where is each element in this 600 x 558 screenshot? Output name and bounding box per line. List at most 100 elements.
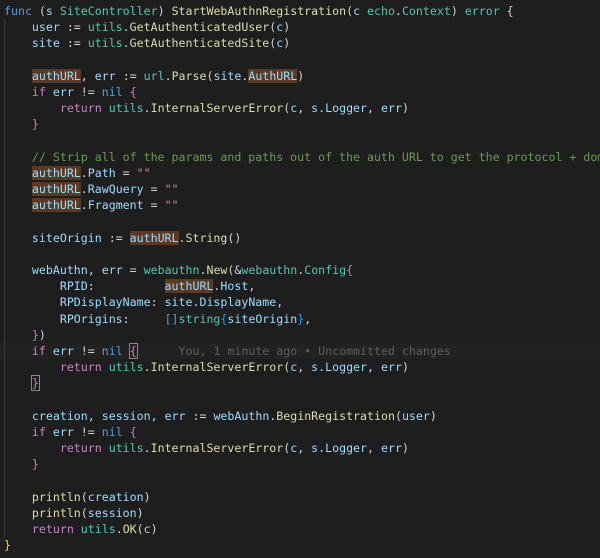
code-line[interactable] (0, 391, 600, 408)
code-line[interactable]: }) (0, 326, 600, 343)
code-line[interactable]: println(creation) (0, 488, 600, 505)
code-token: Config (304, 263, 347, 277)
code-token: authURL (31, 182, 81, 197)
code-token: InternalServerError (150, 441, 284, 456)
code-token: err (381, 360, 402, 375)
code-line[interactable]: siteOrigin := authURL.String() (0, 229, 600, 246)
indent-guide (4, 197, 5, 214)
code-token: user (31, 20, 60, 35)
code-line[interactable]: if err != nil { (0, 423, 600, 441)
indent-guide (4, 132, 5, 149)
code-token: "" (136, 165, 151, 180)
code-token: GetAuthenticatedSite (129, 36, 270, 51)
indent-guide (4, 100, 5, 117)
code-line[interactable]: return utils.InternalServerError(c, s.Lo… (0, 359, 600, 376)
code-token: InternalServerError (150, 360, 284, 375)
code-line[interactable]: if err != nil { (0, 83, 600, 101)
indent-guide (4, 67, 5, 84)
code-line[interactable]: func (s SiteController) StartWebAuthnReg… (0, 3, 600, 19)
indent-guide (4, 504, 5, 521)
code-token: siteOrigin (227, 311, 298, 326)
code-token: webauthn (143, 263, 200, 277)
indent-guide (4, 262, 5, 279)
code-line[interactable] (0, 132, 600, 149)
code-token: err (381, 441, 402, 456)
code-line[interactable]: // Strip all of the params and paths out… (0, 148, 600, 165)
code-token: println (31, 505, 81, 520)
code-line[interactable] (0, 51, 600, 68)
code-token: , (367, 441, 381, 456)
code-line[interactable]: if err != nil { You, 1 minute ago • Unco… (0, 342, 600, 360)
code-line[interactable] (0, 472, 600, 489)
code-token: , (297, 101, 312, 116)
code-token: ( (136, 522, 144, 536)
code-line[interactable]: } (0, 537, 600, 553)
code-token: creation (31, 408, 88, 423)
code-line[interactable]: } (0, 116, 600, 133)
code-line[interactable]: authURL.Path = "" (0, 164, 600, 182)
code-line[interactable]: } (0, 456, 600, 473)
code-token: , (297, 441, 312, 456)
code-line[interactable]: authURL.RawQuery = "" (0, 181, 600, 198)
code-token: authURL (31, 165, 81, 180)
code-token: DisplayName (199, 295, 277, 310)
indent-guide (4, 116, 5, 133)
code-token: creation (87, 489, 144, 504)
code-editor[interactable]: func (s SiteController) StartWebAuthnReg… (0, 0, 600, 558)
code-line[interactable]: authURL, err := url.Parse(site.AuthURL) (0, 67, 600, 84)
code-token: } (31, 117, 39, 132)
code-line[interactable]: return utils.OK(c) (0, 521, 600, 538)
code-line[interactable]: webAuthn, err = webauthn.New(&webauthn.C… (0, 262, 600, 279)
code-token: := (59, 36, 88, 51)
indent-guide (4, 423, 5, 441)
code-line[interactable]: } (0, 375, 600, 392)
code-token: RawQuery (87, 182, 144, 197)
code-line[interactable]: authURL.Fragment = "" (0, 197, 600, 214)
git-blame-annotation: You, 1 minute ago • Uncommitted changes (136, 343, 451, 358)
indent-guide (4, 521, 5, 538)
code-token: . (143, 441, 151, 456)
code-line[interactable]: RPOrigins: []string{siteOrigin}, (0, 310, 600, 327)
code-token: = (115, 165, 137, 180)
code-line[interactable]: creation, session, err := webAuthn.Begin… (0, 407, 600, 424)
code-line[interactable] (0, 245, 600, 262)
code-token: String (185, 230, 228, 245)
code-line[interactable] (0, 213, 600, 230)
indent-guide (4, 83, 5, 101)
code-line[interactable]: println(session) (0, 504, 600, 521)
code-line[interactable]: return utils.InternalServerError(c, s.Lo… (0, 440, 600, 457)
code-line[interactable]: site := utils.GetAuthenticatedSite(c) (0, 35, 600, 52)
code-token: site (164, 295, 193, 310)
code-token: err (381, 101, 402, 116)
code-token: { (129, 84, 137, 99)
code-token: . (80, 165, 88, 180)
code-token: return (31, 522, 74, 536)
code-token: utils (108, 101, 144, 116)
code-line[interactable]: RPDisplayName: site.DisplayName, (0, 294, 600, 311)
code-token: New (206, 263, 228, 277)
code-line[interactable]: RPID: authURL.Host, (0, 278, 600, 295)
code-line[interactable]: return utils.InternalServerError(c, s.Lo… (0, 100, 600, 117)
indent-guide (4, 294, 5, 311)
indent-guide (4, 181, 5, 198)
code-token: err (52, 84, 74, 99)
code-line[interactable]: user := utils.GetAuthenticatedUser(c) (0, 19, 600, 36)
code-token: , (248, 279, 256, 294)
code-token: = (122, 263, 144, 277)
indent-guide (4, 440, 5, 457)
indent-guide (4, 359, 5, 376)
code-token: s (45, 4, 53, 18)
